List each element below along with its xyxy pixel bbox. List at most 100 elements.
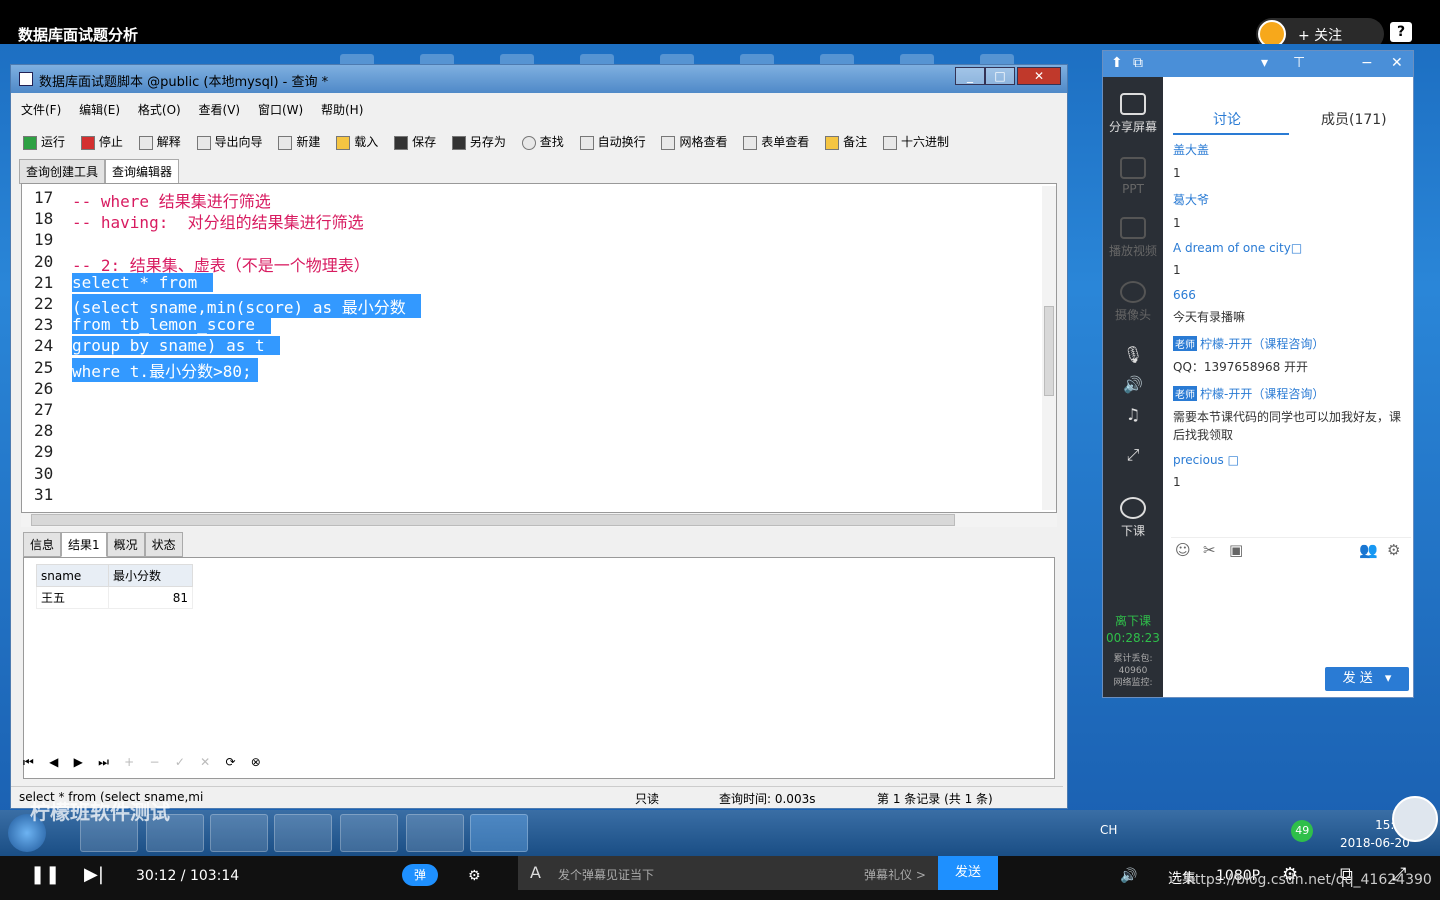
- add-record-icon[interactable]: +: [124, 755, 134, 769]
- text-style-icon[interactable]: A: [530, 863, 541, 882]
- cancel-icon[interactable]: ✕: [200, 755, 210, 769]
- volume-icon[interactable]: 🔊: [1120, 868, 1137, 884]
- column-header[interactable]: sname: [36, 564, 109, 587]
- delete-record-icon[interactable]: −: [149, 755, 159, 769]
- last-record-icon[interactable]: ⏭: [98, 755, 109, 769]
- message-author[interactable]: 老师 柠檬-开开（课程咨询）: [1173, 335, 1405, 352]
- run-button[interactable]: 运行: [23, 127, 65, 157]
- code-line[interactable]: from tb_lemon_score: [72, 315, 271, 335]
- taskbar-app[interactable]: [340, 814, 398, 852]
- first-record-icon[interactable]: ⏮: [23, 755, 34, 769]
- code-line[interactable]: group by sname) as t: [72, 336, 281, 356]
- vertical-scrollbar[interactable]: [1042, 186, 1056, 510]
- popout-icon[interactable]: ⧉: [1133, 55, 1143, 71]
- danmu-input[interactable]: A 发个弹幕见证当下 弹幕礼仪 > 发送: [518, 856, 998, 890]
- next-icon[interactable]: ▶|: [84, 864, 104, 885]
- cell[interactable]: 王五: [36, 586, 109, 609]
- window-titlebar[interactable]: 数据库面试题脚本 @public (本地mysql) - 查询 * _ □ ✕: [11, 65, 1067, 93]
- ppt-button[interactable]: PPT: [1103, 157, 1163, 196]
- column-header[interactable]: 最小分数: [108, 564, 193, 587]
- stop-button[interactable]: 停止: [80, 127, 123, 157]
- help-icon[interactable]: ?: [1390, 22, 1412, 42]
- refresh-icon[interactable]: ⟳: [225, 755, 235, 769]
- taskbar-app[interactable]: [210, 814, 268, 852]
- explain-button[interactable]: 解释: [138, 127, 181, 157]
- code-line[interactable]: select * from: [72, 272, 213, 292]
- speaker-icon[interactable]: 🔊: [1103, 375, 1163, 394]
- danmu-settings-icon[interactable]: ⚙: [468, 868, 481, 884]
- badge[interactable]: 49: [1291, 820, 1314, 842]
- apply-icon[interactable]: ✓: [175, 755, 185, 769]
- menu-view[interactable]: 查看(V): [199, 99, 241, 121]
- ime-indicator[interactable]: CH: [1100, 823, 1117, 837]
- h-scroll-thumb[interactable]: [31, 514, 955, 526]
- menu-window[interactable]: 窗口(W): [258, 99, 303, 121]
- gear-icon[interactable]: ⚙: [1387, 541, 1400, 559]
- form-view-button[interactable]: 表单查看: [743, 127, 809, 157]
- tab-result1[interactable]: 结果1: [61, 532, 107, 557]
- tab-query-editor[interactable]: 查询编辑器: [105, 159, 180, 184]
- table-row[interactable]: 王五 81: [36, 586, 193, 609]
- message-author[interactable]: 葛大爷: [1173, 191, 1405, 208]
- new-button[interactable]: 新建: [278, 127, 320, 157]
- scroll-thumb[interactable]: [1044, 306, 1054, 396]
- mic-icon[interactable]: 🎙: [1103, 345, 1163, 364]
- message-author[interactable]: precious □: [1173, 453, 1405, 467]
- save-as-button[interactable]: 另存为: [451, 127, 506, 157]
- tab-status[interactable]: 状态: [144, 532, 183, 557]
- save-button[interactable]: 保存: [394, 127, 436, 157]
- music-icon[interactable]: ♫: [1103, 405, 1163, 424]
- dropdown-icon[interactable]: ▾: [1261, 55, 1268, 71]
- horizontal-scrollbar[interactable]: [21, 513, 1057, 527]
- memo-button[interactable]: 备注: [825, 127, 867, 157]
- prev-record-icon[interactable]: ◀: [49, 755, 58, 769]
- fullscreen-icon[interactable]: ⤢: [1103, 445, 1163, 465]
- maximize-icon[interactable]: □: [985, 67, 1015, 85]
- tab-overview[interactable]: 概况: [106, 532, 145, 557]
- camera-button[interactable]: 摄像头: [1103, 281, 1163, 323]
- danmu-send-button[interactable]: 发送: [938, 856, 998, 890]
- pin-icon[interactable]: ⬆: [1111, 55, 1123, 71]
- menu-help[interactable]: 帮助(H): [321, 99, 363, 121]
- taskbar-app[interactable]: [274, 814, 332, 852]
- stop-icon[interactable]: ⊗: [251, 755, 261, 769]
- message-author[interactable]: 盖大盖: [1173, 141, 1405, 158]
- grid-view-button[interactable]: 网格查看: [661, 127, 727, 157]
- tab-info[interactable]: 信息: [23, 532, 62, 557]
- sql-editor[interactable]: 17 18 19 20 21 22 23 24 25 26 27 28 29 30 31 -- where …: [21, 183, 1057, 513]
- find-button[interactable]: 查找: [521, 127, 564, 157]
- export-wizard-button[interactable]: 导出向导: [196, 127, 263, 157]
- danmu-toggle[interactable]: 弹: [402, 864, 438, 886]
- message-author[interactable]: 666: [1173, 288, 1405, 302]
- play-video-button[interactable]: 播放视频: [1103, 217, 1163, 259]
- cell[interactable]: 81: [108, 586, 193, 609]
- users-icon[interactable]: 👥: [1359, 541, 1378, 559]
- danmu-etiquette-link[interactable]: 弹幕礼仪 >: [864, 866, 926, 883]
- send-button[interactable]: 发 送 ▾: [1325, 667, 1409, 691]
- word-wrap-button[interactable]: 自动换行: [579, 127, 646, 157]
- scissors-icon[interactable]: ✂: [1203, 541, 1216, 559]
- image-icon[interactable]: ▣: [1229, 541, 1243, 559]
- load-button[interactable]: 载入: [336, 127, 378, 157]
- hex-button[interactable]: 十六进制: [882, 127, 949, 157]
- minimize-icon[interactable]: −: [1361, 55, 1373, 71]
- taskbar-app[interactable]: [406, 814, 464, 852]
- menu-edit[interactable]: 编辑(E): [79, 99, 120, 121]
- close-icon[interactable]: ✕: [1391, 55, 1403, 71]
- message-author[interactable]: A dream of one city□: [1173, 241, 1405, 255]
- code-line[interactable]: -- having: 对分组的结果集进行筛选: [72, 209, 364, 233]
- tab-query-builder[interactable]: 查询创建工具: [19, 159, 106, 184]
- share-screen-button[interactable]: 分享屏幕: [1103, 93, 1163, 135]
- pin-top-icon[interactable]: ⊤: [1293, 55, 1305, 71]
- emoji-icon[interactable]: ☺: [1175, 541, 1191, 559]
- tab-members[interactable]: 成员(171): [1321, 109, 1387, 129]
- tab-discuss[interactable]: 讨论: [1213, 109, 1241, 129]
- menu-format[interactable]: 格式(O): [138, 99, 181, 121]
- chevron-down-icon[interactable]: ▾: [1385, 671, 1392, 686]
- menu-file[interactable]: 文件(F): [21, 99, 61, 121]
- next-record-icon[interactable]: ▶: [74, 755, 83, 769]
- pause-icon[interactable]: ❚❚: [30, 864, 60, 885]
- taskbar-app-active[interactable]: [470, 814, 528, 852]
- code-line[interactable]: where t.最小分数>80;: [72, 357, 258, 382]
- assistant-avatar[interactable]: [1392, 796, 1438, 842]
